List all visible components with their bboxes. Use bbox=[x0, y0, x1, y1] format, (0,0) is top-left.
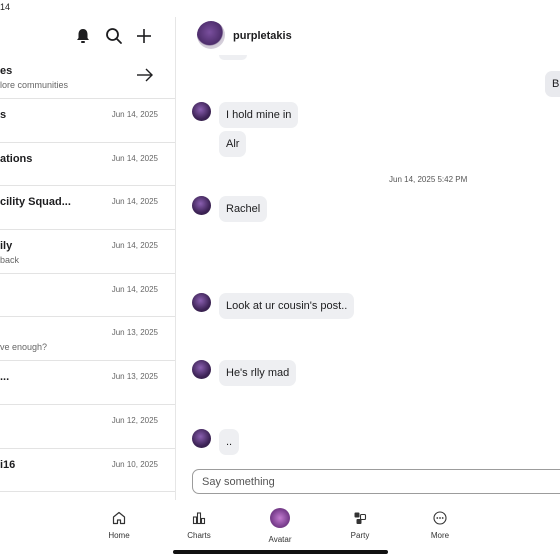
conversation-header: purpletakis bbox=[177, 17, 560, 55]
party-icon bbox=[354, 512, 367, 524]
message-avatar[interactable] bbox=[192, 429, 211, 448]
incoming-message-bubble: Look at ur cousin's post.. bbox=[219, 293, 355, 319]
conversation-pane: purpletakis B I hold mine in Alr Jun 14,… bbox=[177, 17, 560, 500]
search-icon[interactable] bbox=[104, 26, 124, 46]
arrow-right-icon[interactable] bbox=[135, 67, 155, 83]
bell-icon[interactable] bbox=[73, 26, 93, 46]
contact-name[interactable]: purpletakis bbox=[233, 30, 292, 42]
partial-message-bubble bbox=[219, 55, 247, 60]
more-icon bbox=[433, 511, 447, 525]
chat-list-header bbox=[0, 17, 175, 55]
chat-list-pane: es lore communities s Jun 14, 2025 ation… bbox=[0, 17, 176, 500]
chat-date: Jun 13, 2025 bbox=[111, 372, 158, 382]
chat-list-item[interactable]: ily back Jun 14, 2025 bbox=[0, 230, 175, 274]
nav-label: More bbox=[430, 531, 450, 540]
incoming-message-bubble: Alr bbox=[219, 131, 247, 157]
incoming-message-bubble: .. bbox=[219, 429, 240, 455]
chat-date: Jun 14, 2025 bbox=[111, 153, 158, 163]
chat-list-item[interactable]: ations Jun 14, 2025 bbox=[0, 143, 175, 187]
nav-more[interactable]: More bbox=[415, 510, 465, 540]
chat-name: ... bbox=[0, 371, 10, 384]
explore-communities-row[interactable]: es lore communities bbox=[0, 55, 175, 99]
nav-label: Home bbox=[108, 531, 130, 540]
chat-list-item[interactable]: ... Jun 13, 2025 bbox=[0, 361, 175, 405]
message-input-box[interactable] bbox=[192, 469, 560, 494]
home-indicator bbox=[173, 550, 388, 554]
explore-subtitle: lore communities bbox=[0, 80, 69, 90]
incoming-message-bubble: Rachel bbox=[219, 196, 268, 222]
nav-charts[interactable]: Charts bbox=[174, 510, 224, 540]
nav-home[interactable]: Home bbox=[94, 510, 144, 540]
chat-date: Jun 14, 2025 bbox=[111, 110, 158, 119]
incoming-message-bubble: I hold mine in bbox=[219, 102, 299, 128]
message-avatar[interactable] bbox=[192, 102, 211, 121]
chat-list-item[interactable]: Jun 12, 2025 bbox=[0, 405, 175, 449]
chat-date: Jun 14, 2025 bbox=[111, 284, 158, 294]
chat-date: Jun 13, 2025 bbox=[111, 328, 158, 338]
charts-icon bbox=[192, 512, 206, 525]
message-timestamp: Jun 14, 2025 5:42 PM bbox=[389, 175, 468, 184]
message-avatar[interactable] bbox=[192, 196, 211, 215]
explore-title: es bbox=[0, 65, 13, 77]
chat-list-item[interactable]: ve enough? Jun 13, 2025 bbox=[0, 317, 175, 362]
outgoing-message-bubble: B bbox=[545, 71, 560, 97]
chat-list-item[interactable]: Jun 14, 2025 bbox=[0, 274, 175, 318]
nav-label: Party bbox=[350, 531, 370, 540]
chat-date: Jun 12, 2025 bbox=[111, 415, 158, 425]
chat-date: Jun 10, 2025 bbox=[111, 459, 158, 469]
nav-label: Avatar bbox=[268, 535, 292, 544]
contact-avatar[interactable] bbox=[197, 21, 225, 49]
chat-name: i16 bbox=[0, 458, 16, 471]
chat-list-item[interactable]: i16 Jun 10, 2025 bbox=[0, 449, 175, 493]
chat-list-item[interactable]: s Jun 14, 2025 bbox=[0, 99, 175, 143]
chat-name: s bbox=[0, 109, 7, 121]
nav-avatar[interactable]: Avatar bbox=[255, 508, 305, 544]
nav-party[interactable]: Party bbox=[335, 510, 385, 540]
chat-list-item[interactable]: cility Squad... Jun 14, 2025 bbox=[0, 186, 175, 231]
message-input[interactable] bbox=[193, 470, 560, 493]
nav-label: Charts bbox=[187, 531, 211, 540]
status-time: 14 bbox=[0, 2, 11, 12]
message-avatar[interactable] bbox=[192, 293, 211, 312]
plus-icon[interactable] bbox=[134, 26, 154, 46]
message-avatar[interactable] bbox=[192, 360, 211, 379]
incoming-message-bubble: He's rlly mad bbox=[219, 360, 297, 386]
chat-name: ations bbox=[0, 152, 33, 165]
chat-preview: ve enough? bbox=[0, 342, 48, 353]
chat-name: ily bbox=[0, 240, 13, 253]
home-icon bbox=[112, 511, 126, 525]
avatar-icon bbox=[270, 508, 290, 528]
chat-preview: back bbox=[0, 255, 20, 266]
chat-date: Jun 14, 2025 bbox=[111, 197, 158, 207]
chat-name: cility Squad... bbox=[0, 196, 71, 209]
chat-date: Jun 14, 2025 bbox=[111, 241, 158, 251]
